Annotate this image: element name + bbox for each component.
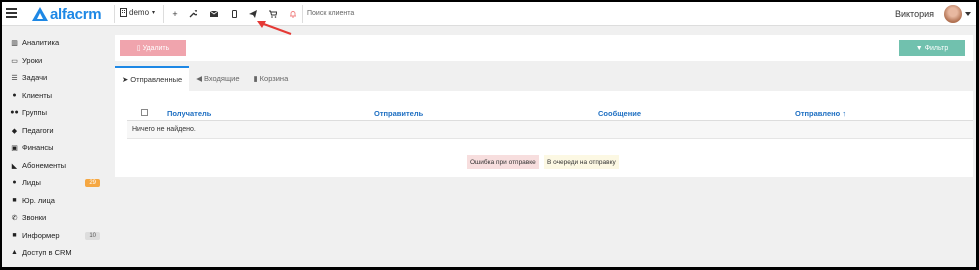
sidebar-item-label: Клиенты xyxy=(22,91,53,100)
sort-icon: ↑ xyxy=(842,109,847,118)
sidebar-item-leads[interactable]: ● Лиды 29 xyxy=(10,178,106,187)
sidebar-item-calls[interactable]: ✆ Звонки xyxy=(10,213,47,222)
chevron-down-icon[interactable] xyxy=(965,12,971,16)
filter-button-label: Фильтр xyxy=(924,44,949,52)
wrench-icon[interactable] xyxy=(186,7,200,21)
top-bar: alfacrm demo ▾ + Поиск клиента Виктория xyxy=(2,2,976,26)
sidebar-item-label: Задачи xyxy=(22,73,48,82)
logo-mark-icon xyxy=(32,7,48,21)
tab-label: Корзина xyxy=(259,74,289,83)
informer-count-badge: 10 xyxy=(85,231,100,240)
filter-icon: ▼ xyxy=(915,44,923,52)
column-sent-label: Отправлено xyxy=(795,109,841,118)
sidebar-item-finances[interactable]: ▣ Финансы xyxy=(10,143,54,152)
empty-message: Ничего не найдено. xyxy=(132,126,196,133)
column-recipient[interactable]: Получатель xyxy=(167,109,211,118)
logo[interactable]: alfacrm xyxy=(32,5,102,23)
tab-sent[interactable]: ➤ Отправленные xyxy=(115,66,190,91)
sidebar-item-label: Звонки xyxy=(22,213,47,222)
column-sender[interactable]: Отправитель xyxy=(374,109,423,118)
sidebar-item-label: Доступ в CRM xyxy=(22,248,72,257)
sidebar-item-groups[interactable]: ●● Группы xyxy=(10,108,47,117)
mail-icon[interactable] xyxy=(207,7,221,21)
delete-button-label: Удалить xyxy=(142,44,170,52)
sidebar-item-subscriptions[interactable]: ◣ Абонементы xyxy=(10,161,66,170)
tag-icon: ◣ xyxy=(11,162,18,170)
filter-button[interactable]: ▼ Фильтр xyxy=(899,40,965,56)
legend-error: Ошибка при отправке xyxy=(467,155,539,169)
sidebar-item-label: Педагоги xyxy=(22,126,54,135)
tab-label: Отправленные xyxy=(130,75,183,84)
sidebar-item-label: Информер xyxy=(22,231,60,240)
delete-button[interactable]: ▯ Удалить xyxy=(120,40,186,56)
app-window: alfacrm demo ▾ + Поиск клиента Виктория … xyxy=(2,2,976,267)
sidebar: ▥ Аналитика ▭ Уроки ☰ Задачи ● Клиенты ●● Гру… xyxy=(2,26,112,267)
table-header: Получатель Отправитель Сообщение Отправл… xyxy=(127,105,973,121)
sidebar-item-label: Абонементы xyxy=(22,161,67,170)
lock-icon: ▲ xyxy=(11,249,18,256)
messages-panel: Получатель Отправитель Сообщение Отправл… xyxy=(115,91,973,177)
sidebar-item-label: Уроки xyxy=(22,56,43,65)
informer-icon: ■ xyxy=(12,232,17,239)
sidebar-item-clients[interactable]: ● Клиенты xyxy=(10,91,52,100)
tab-trash[interactable]: ▮ Корзина xyxy=(247,66,296,91)
user-plus-icon: ● xyxy=(12,179,17,186)
tasks-icon: ☰ xyxy=(11,74,18,82)
sidebar-item-teachers[interactable]: ◆ Педагоги xyxy=(10,126,54,135)
trash-icon: ▮ xyxy=(253,74,258,83)
select-all-checkbox[interactable] xyxy=(141,109,148,116)
money-icon: ▣ xyxy=(11,144,18,152)
client-search-input[interactable]: Поиск клиента xyxy=(307,10,354,17)
avatar[interactable] xyxy=(944,5,962,23)
user-name[interactable]: Виктория xyxy=(895,9,934,19)
chevron-down-icon: ▾ xyxy=(152,10,156,16)
sidebar-item-label: Финансы xyxy=(22,143,54,152)
logo-text: alfacrm xyxy=(50,5,102,23)
divider xyxy=(302,5,303,23)
calendar-icon: ▭ xyxy=(11,57,18,65)
branch-selector[interactable]: demo ▾ xyxy=(120,8,155,17)
sidebar-item-label: Юр. лица xyxy=(22,196,55,205)
sidebar-item-informer[interactable]: ■ Информер 10 xyxy=(10,231,106,240)
user-icon: ● xyxy=(12,92,17,99)
message-tabs: ➤ Отправленные ◀ Входящие ▮ Корзина xyxy=(115,66,295,91)
phone-icon: ✆ xyxy=(11,214,18,222)
branch-name: demo xyxy=(129,8,150,17)
mobile-icon[interactable] xyxy=(227,7,241,21)
actions-panel: ▯ Удалить ▼ Фильтр xyxy=(115,35,973,61)
building-icon xyxy=(120,8,127,17)
tab-incoming[interactable]: ◀ Входящие xyxy=(189,66,246,91)
sidebar-item-label: Лиды xyxy=(22,178,41,187)
divider xyxy=(114,5,115,23)
divider xyxy=(163,5,164,23)
briefcase-icon: ■ xyxy=(12,197,17,204)
legend-queue: В очереди на отправку xyxy=(544,155,619,169)
sidebar-item-analytics[interactable]: ▥ Аналитика xyxy=(10,38,59,47)
sidebar-item-crm-access[interactable]: ▲ Доступ в CRM xyxy=(10,248,72,257)
leads-count-badge: 29 xyxy=(85,178,100,187)
menu-icon[interactable] xyxy=(6,8,17,18)
column-sent[interactable]: Отправлено ↑ xyxy=(795,109,846,118)
table-row: Ничего не найдено. xyxy=(127,121,973,139)
reply-icon: ◀ xyxy=(196,74,202,83)
tab-label: Входящие xyxy=(203,74,240,83)
send-icon: ➤ xyxy=(122,75,129,84)
sidebar-item-label: Группы xyxy=(22,108,47,117)
users-icon: ●● xyxy=(10,109,19,116)
chart-icon: ▥ xyxy=(11,39,18,47)
sidebar-item-label: Аналитика xyxy=(22,38,60,47)
sidebar-item-lessons[interactable]: ▭ Уроки xyxy=(10,56,42,65)
column-message[interactable]: Сообщение xyxy=(598,109,641,118)
sidebar-item-legal-entities[interactable]: ■ Юр. лица xyxy=(10,196,55,205)
sidebar-item-tasks[interactable]: ☰ Задачи xyxy=(10,73,47,82)
graduation-icon: ◆ xyxy=(11,127,18,135)
add-icon[interactable]: + xyxy=(168,7,182,21)
trash-icon: ▯ xyxy=(136,45,141,52)
